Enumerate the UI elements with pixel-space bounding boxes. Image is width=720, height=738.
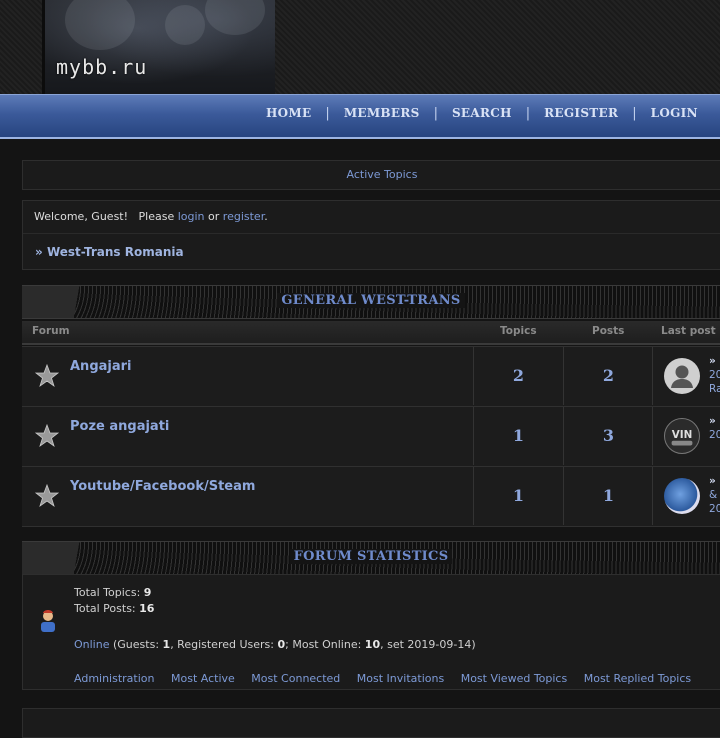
forum-statistics: Total Topics: 9 Total Posts: 16 Online (… <box>22 574 720 690</box>
most-online-date: , set 2019-09-14) <box>380 638 476 651</box>
administration-link[interactable]: Administration <box>74 672 155 685</box>
most-viewed-topics-link[interactable]: Most Viewed Topics <box>461 672 568 685</box>
column-posts: Posts <box>592 325 625 337</box>
site-header: mybb.ru <box>0 0 720 94</box>
svg-text:VIN: VIN <box>672 429 693 441</box>
welcome-period: . <box>264 210 268 223</box>
forum-title-link[interactable]: Angajari <box>70 359 132 374</box>
welcome-box: Welcome, Guest! Please login or register… <box>22 200 720 270</box>
last-post-date: 20 <box>709 503 720 515</box>
login-link[interactable]: login <box>178 210 205 223</box>
category-title-wrapper: GENERAL WEST-TRANS <box>22 286 720 316</box>
most-active-link[interactable]: Most Active <box>171 672 235 685</box>
nav-register-link[interactable]: REGISTER <box>530 106 632 120</box>
online-users: Online (Guests: 1, Registered Users: 0; … <box>74 638 476 651</box>
last-post-arrow[interactable]: » <box>709 415 716 427</box>
total-topics: Total Topics: 9 <box>74 586 151 599</box>
welcome-please: Please <box>138 210 175 223</box>
statistics-title-wrapper: FORUM STATISTICS <box>22 542 720 572</box>
last-post-info: » 20 Ra <box>709 354 720 396</box>
total-topics-value: 9 <box>143 586 152 599</box>
forum-title-link[interactable]: Poze angajati <box>70 419 169 434</box>
forum-row: Angajari 2 2 » 20 Ra <box>22 346 720 406</box>
last-post-avatar[interactable] <box>664 358 700 394</box>
breadcrumb: » West-Trans Romania <box>23 234 720 270</box>
main-content: Active Topics Welcome, Guest! Please log… <box>0 138 720 738</box>
forum-topics-count: 1 <box>473 467 563 525</box>
most-invitations-link[interactable]: Most Invitations <box>357 672 444 685</box>
forum-star-icon <box>35 364 59 388</box>
register-link[interactable]: register <box>223 210 264 223</box>
total-posts: Total Posts: 16 <box>74 602 154 615</box>
statistics-header: FORUM STATISTICS <box>22 541 720 575</box>
column-last-post: Last post <box>661 325 716 337</box>
last-post-info: » & 20 <box>709 474 720 516</box>
category-title[interactable]: GENERAL WEST-TRANS <box>277 293 465 308</box>
last-post-author[interactable]: Ra <box>709 383 720 395</box>
total-posts-label: Total Posts: <box>74 602 136 615</box>
nav-search-link[interactable]: SEARCH <box>438 106 526 120</box>
forum-star-icon <box>35 484 59 508</box>
last-post-date: 20 <box>709 369 720 381</box>
statistics-title: FORUM STATISTICS <box>289 549 453 564</box>
forum-posts-count: 2 <box>563 347 653 405</box>
user-avatar-logo-icon: VIN <box>671 429 693 446</box>
last-post-avatar[interactable]: VIN <box>664 418 700 454</box>
forum-posts-count: 3 <box>563 407 653 465</box>
footer-box <box>22 708 720 738</box>
most-connected-link[interactable]: Most Connected <box>251 672 340 685</box>
site-logo[interactable]: mybb.ru <box>56 55 147 79</box>
default-user-icon <box>671 365 693 388</box>
last-post-date: 20 <box>709 429 720 441</box>
column-topics: Topics <box>500 325 537 337</box>
forum-topics-count: 2 <box>473 347 563 405</box>
breadcrumb-arrow: » <box>35 245 43 259</box>
forum-row: Youtube/Facebook/Steam 1 1 » & 20 <box>22 466 720 527</box>
statistics-links: Administration Most Active Most Connecte… <box>74 672 704 685</box>
welcome-message: Welcome, Guest! Please login or register… <box>23 201 720 234</box>
active-topics-link[interactable]: Active Topics <box>347 168 418 181</box>
last-post-info: » 20 <box>709 414 720 442</box>
header-banner-image <box>42 0 275 94</box>
column-forum: Forum <box>32 325 70 337</box>
last-post-author[interactable]: & <box>709 489 717 501</box>
forum-last-post: VIN » 20 <box>652 407 720 465</box>
most-online-label: ; Most Online: <box>285 638 362 651</box>
forum-row: Poze angajati 1 3 VIN » 20 <box>22 406 720 466</box>
last-post-arrow[interactable]: » <box>709 475 716 487</box>
forum-title-link[interactable]: Youtube/Facebook/Steam <box>70 479 255 494</box>
last-post-arrow[interactable]: » <box>709 355 716 367</box>
breadcrumb-board-link[interactable]: West-Trans Romania <box>47 245 184 259</box>
forum-topics-count: 1 <box>473 407 563 465</box>
online-guests-label: (Guests: <box>112 638 160 651</box>
user-stats-icon <box>41 610 55 632</box>
welcome-or: or <box>208 210 220 223</box>
online-registered-label: , Registered Users: <box>170 638 274 651</box>
forum-last-post: » & 20 <box>652 467 720 525</box>
total-topics-label: Total Topics: <box>74 586 141 599</box>
welcome-greeting: Welcome, Guest! <box>34 210 129 223</box>
nav-login-link[interactable]: LOGIN <box>637 106 712 120</box>
last-post-avatar[interactable] <box>664 478 700 514</box>
most-replied-topics-link[interactable]: Most Replied Topics <box>584 672 691 685</box>
active-topics-bar: Active Topics <box>22 160 720 190</box>
forum-columns-header: Forum Topics Posts Last post <box>22 321 720 345</box>
most-online-value: 10 <box>364 638 381 651</box>
forum-last-post: » 20 Ra <box>652 347 720 405</box>
category-header: GENERAL WEST-TRANS <box>22 285 720 319</box>
forum-star-icon <box>35 424 59 448</box>
forum-posts-count: 1 <box>563 467 653 525</box>
online-link[interactable]: Online <box>74 638 109 651</box>
total-posts-value: 16 <box>139 602 155 615</box>
nav-home-link[interactable]: HOME <box>252 106 325 120</box>
main-navigation: HOME | MEMBERS | SEARCH | REGISTER | LOG… <box>0 94 720 139</box>
online-registered-value: 0 <box>277 638 286 651</box>
nav-members-link[interactable]: MEMBERS <box>330 106 434 120</box>
